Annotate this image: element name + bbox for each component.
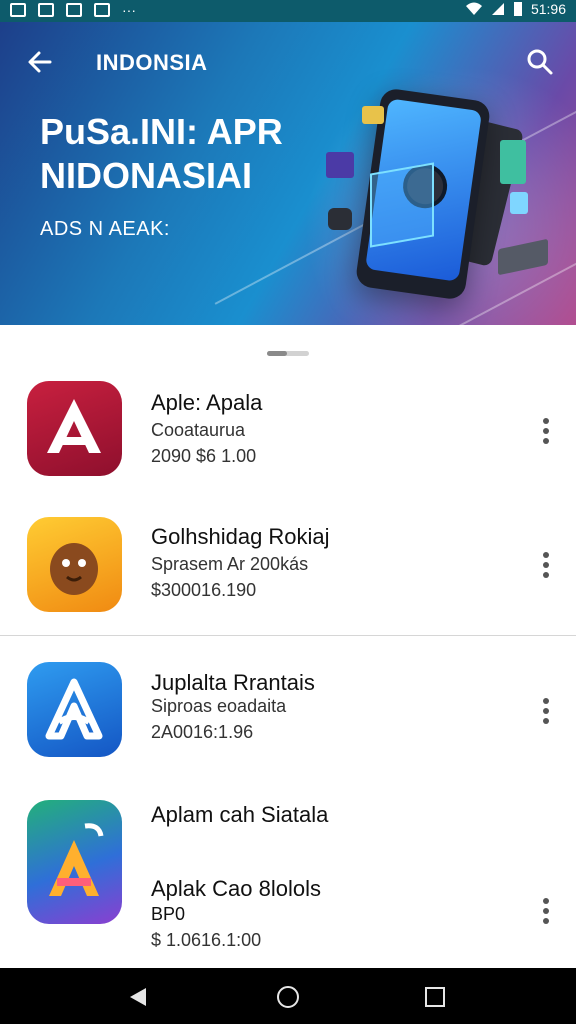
cyan-window-icon (510, 192, 528, 214)
app-meta: 2090 $6 1.00 (151, 446, 257, 466)
app-list-item[interactable]: Aplam cah Siatala Aplak Cao 8lolols BP0 … (0, 798, 576, 958)
gallery-notification-icon (10, 3, 26, 17)
app-name: Juplalta Rrantais (151, 670, 315, 695)
drag-handle[interactable] (267, 351, 309, 356)
app-meta: 2A0016:1.96 (151, 722, 254, 742)
app-list-item[interactable]: Golhshidag Rokiaj Sprasem Ar 200kás $300… (0, 514, 576, 634)
headline-line-1: PuSa.INI: APR (40, 111, 283, 152)
hologram-card-illustration (370, 162, 434, 248)
calendar-notification-icon (94, 3, 110, 17)
hero-banner: INDONSIA PuSa.INI: APR NIDONASIAI ADS N … (0, 22, 576, 325)
app-subtitle: Aplak Cao 8lolols (151, 876, 321, 901)
signal-icon (491, 3, 504, 15)
app-name: Aple: Apala (151, 390, 263, 415)
gradient-a-logo-icon (27, 800, 122, 924)
nav-home-icon[interactable] (277, 986, 299, 1008)
app-meta: $ 1.0616.1:00 (151, 930, 262, 950)
shield-notification-icon (66, 3, 82, 17)
more-options-icon[interactable] (542, 552, 550, 580)
status-bar: ··· 51:96 (0, 0, 576, 22)
app-list-item[interactable]: Aple: Apala Cooataurua 2090 $6 1.00 (0, 376, 576, 496)
app-subtitle-2: BP0 (151, 904, 186, 924)
lock-icon (328, 208, 352, 230)
battery-icon (513, 2, 522, 16)
nav-recents-icon[interactable] (425, 987, 445, 1007)
more-notifications-icon: ··· (122, 2, 136, 18)
red-a-logo-icon (27, 381, 122, 476)
page-title: INDONSIA (96, 50, 208, 75)
top-app-bar: INDONSIA (0, 22, 576, 102)
app-notification-icon (38, 3, 54, 17)
headline-line-2: NIDONASIAI (40, 155, 253, 196)
more-options-icon[interactable] (542, 898, 550, 926)
purple-cube-icon (326, 152, 354, 178)
yellow-cube-icon (362, 106, 384, 124)
app-meta: $300016.190 (151, 580, 257, 600)
banner-subline: ADS N AEAK: (40, 218, 170, 240)
blue-a-logo-icon (27, 662, 122, 757)
more-options-icon[interactable] (542, 698, 550, 726)
green-window-icon (500, 140, 526, 184)
app-name: Golhshidag Rokiaj (151, 524, 330, 549)
section-divider (0, 635, 576, 636)
banner-headline: PuSa.INI: APR NIDONASIAI (40, 110, 283, 198)
brown-creature-icon (27, 517, 122, 612)
back-arrow-icon[interactable] (26, 48, 54, 76)
system-nav-bar (0, 968, 576, 1024)
wifi-icon (465, 2, 482, 15)
app-subtitle: Sprasem Ar 200kás (151, 554, 309, 574)
clock: 51:96 (530, 1, 566, 17)
app-list-item[interactable]: Juplalta Rrantais Siproas eoadaita 2A001… (0, 662, 576, 782)
app-name: Aplam cah Siatala (151, 802, 329, 827)
app-subtitle: Siproas eoadaita (151, 696, 287, 716)
search-icon[interactable] (526, 48, 554, 76)
nav-back-icon[interactable] (130, 988, 146, 1006)
more-options-icon[interactable] (542, 418, 550, 446)
app-subtitle: Cooataurua (151, 420, 246, 440)
